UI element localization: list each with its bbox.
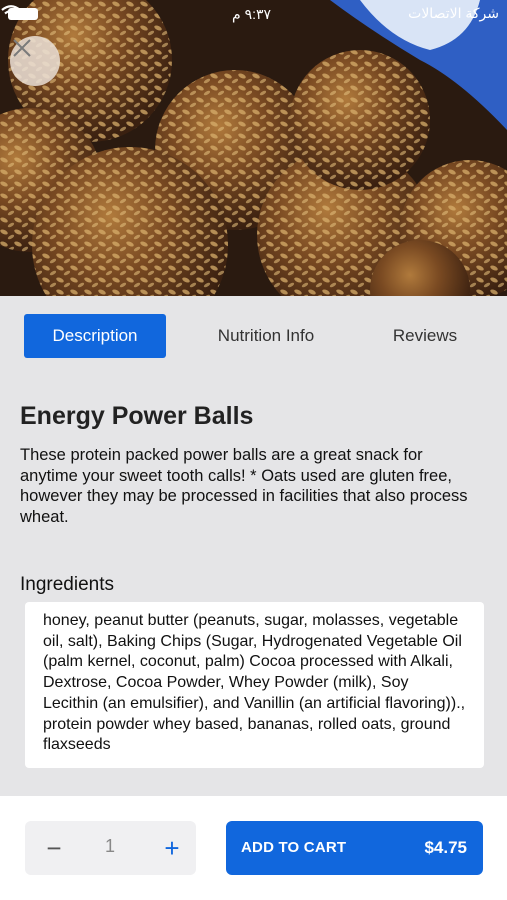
close-button[interactable] (10, 36, 60, 86)
quantity-stepper: − 1 + (25, 821, 196, 875)
product-title: Energy Power Balls (20, 402, 254, 430)
tab-bar: Description Nutrition Info Reviews (0, 296, 507, 376)
ingredients-heading: Ingredients (20, 574, 115, 595)
product-hero-image: ٩:٣٧ م شركة الاتصالات (0, 0, 507, 296)
ingredients-box[interactable]: honey, peanut butter (peanuts, sugar, mo… (25, 602, 484, 768)
close-icon (13, 39, 31, 57)
tab-reviews[interactable]: Reviews (370, 314, 480, 358)
ingredients-text: honey, peanut butter (peanuts, sugar, mo… (43, 612, 466, 754)
bottom-action-bar: − 1 + ADD TO CART $4.75 (0, 796, 507, 900)
tab-description[interactable]: Description (24, 314, 166, 358)
description-panel: Energy Power Balls These protein packed … (0, 376, 507, 768)
increment-button[interactable]: + (157, 833, 187, 863)
tab-nutrition-info[interactable]: Nutrition Info (196, 314, 336, 358)
add-to-cart-label: ADD TO CART (241, 839, 347, 856)
product-description: These protein packed power balls are a g… (20, 446, 468, 526)
price-label: $4.75 (424, 838, 467, 857)
add-to-cart-button[interactable]: ADD TO CART $4.75 (226, 821, 483, 875)
energy-balls-photo (0, 0, 507, 296)
wifi-icon (1, 5, 21, 20)
decrement-button[interactable]: − (39, 833, 69, 863)
status-bar: ٩:٣٧ م شركة الاتصالات (0, 0, 507, 28)
status-time: ٩:٣٧ م (232, 6, 272, 22)
status-carrier: شركة الاتصالات (408, 5, 499, 21)
quantity-value: 1 (104, 836, 115, 856)
